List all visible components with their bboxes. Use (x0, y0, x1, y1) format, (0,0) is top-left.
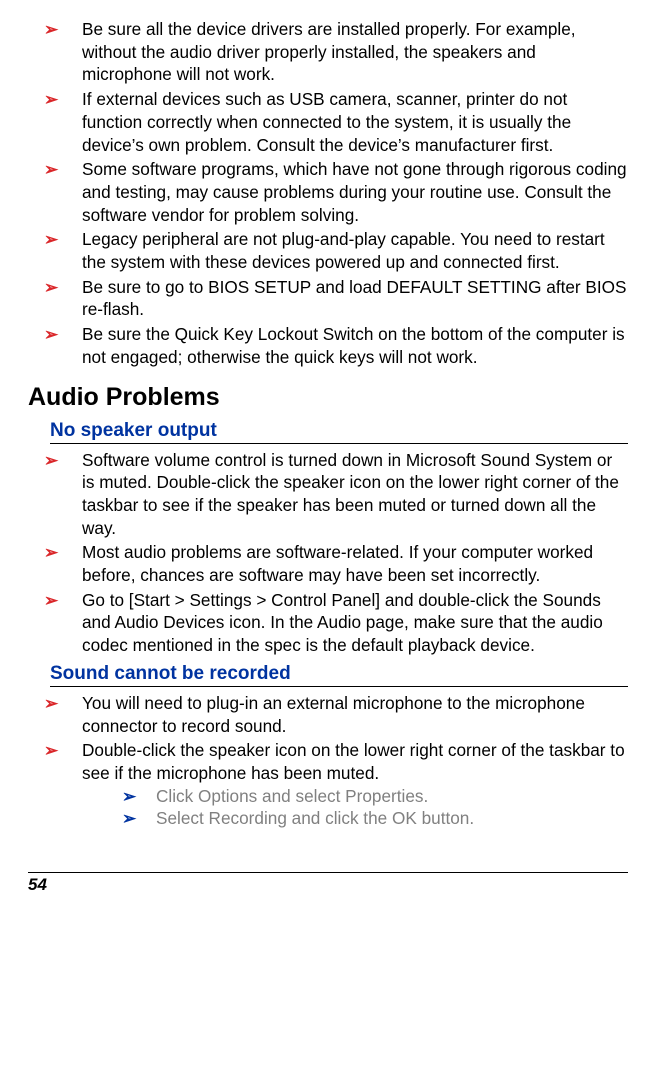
bullet-icon: ➢ (28, 158, 82, 226)
sub-bullet-list: ➢ Click Options and select Properties. ➢… (120, 785, 628, 830)
bullet-text: Legacy peripheral are not plug-and-play … (82, 228, 628, 273)
heading-no-speaker-output: No speaker output (50, 420, 628, 444)
no-speaker-output-list: ➢ Software volume control is turned down… (28, 449, 628, 657)
bullet-icon: ➢ (28, 589, 82, 657)
top-bullet-list: ➢ Be sure all the device drivers are ins… (28, 18, 628, 369)
bullet-icon: ➢ (120, 785, 156, 808)
bullet-text: Some software programs, which have not g… (82, 158, 628, 226)
bullet-icon: ➢ (28, 323, 82, 368)
bullet-text-inner: Double-click the speaker icon on the low… (82, 740, 625, 783)
bullet-text: Be sure to go to BIOS SETUP and load DEF… (82, 276, 628, 321)
bullet-text: Go to [Start > Settings > Control Panel]… (82, 589, 628, 657)
list-item: ➢ You will need to plug-in an external m… (28, 692, 628, 737)
bullet-text: If external devices such as USB camera, … (82, 88, 628, 156)
bullet-text: Be sure all the device drivers are insta… (82, 18, 628, 86)
bullet-icon: ➢ (120, 807, 156, 830)
list-item: ➢ If external devices such as USB camera… (28, 88, 628, 156)
heading-audio-problems: Audio Problems (28, 383, 628, 412)
list-item: ➢ Be sure all the device drivers are ins… (28, 18, 628, 86)
list-item: ➢ Some software programs, which have not… (28, 158, 628, 226)
bullet-icon: ➢ (28, 541, 82, 586)
sub-bullet-text: Select Recording and click the OK button… (156, 807, 628, 830)
bullet-text: Software volume control is turned down i… (82, 449, 628, 540)
list-item: ➢ Go to [Start > Settings > Control Pane… (28, 589, 628, 657)
bullet-text: Be sure the Quick Key Lockout Switch on … (82, 323, 628, 368)
bullet-icon: ➢ (28, 739, 82, 830)
list-item: ➢ Be sure the Quick Key Lockout Switch o… (28, 323, 628, 368)
sub-list-item: ➢ Click Options and select Properties. (120, 785, 628, 808)
list-item: ➢ Double-click the speaker icon on the l… (28, 739, 628, 830)
sub-bullet-text: Click Options and select Properties. (156, 785, 628, 808)
bullet-text: Most audio problems are software-related… (82, 541, 628, 586)
heading-sound-cannot-be-recorded: Sound cannot be recorded (50, 663, 628, 687)
bullet-icon: ➢ (28, 228, 82, 273)
bullet-icon: ➢ (28, 88, 82, 156)
list-item: ➢ Most audio problems are software-relat… (28, 541, 628, 586)
page-footer: 54 (28, 872, 628, 895)
list-item: ➢ Software volume control is turned down… (28, 449, 628, 540)
bullet-icon: ➢ (28, 18, 82, 86)
bullet-text: You will need to plug-in an external mic… (82, 692, 628, 737)
bullet-text: Double-click the speaker icon on the low… (82, 739, 628, 830)
list-item: ➢ Be sure to go to BIOS SETUP and load D… (28, 276, 628, 321)
bullet-icon: ➢ (28, 276, 82, 321)
page-number: 54 (28, 875, 47, 894)
list-item: ➢ Legacy peripheral are not plug-and-pla… (28, 228, 628, 273)
bullet-icon: ➢ (28, 692, 82, 737)
document-page: ➢ Be sure all the device drivers are ins… (0, 0, 656, 895)
sound-cannot-be-recorded-list: ➢ You will need to plug-in an external m… (28, 692, 628, 830)
sub-list-item: ➢ Select Recording and click the OK butt… (120, 807, 628, 830)
bullet-icon: ➢ (28, 449, 82, 540)
